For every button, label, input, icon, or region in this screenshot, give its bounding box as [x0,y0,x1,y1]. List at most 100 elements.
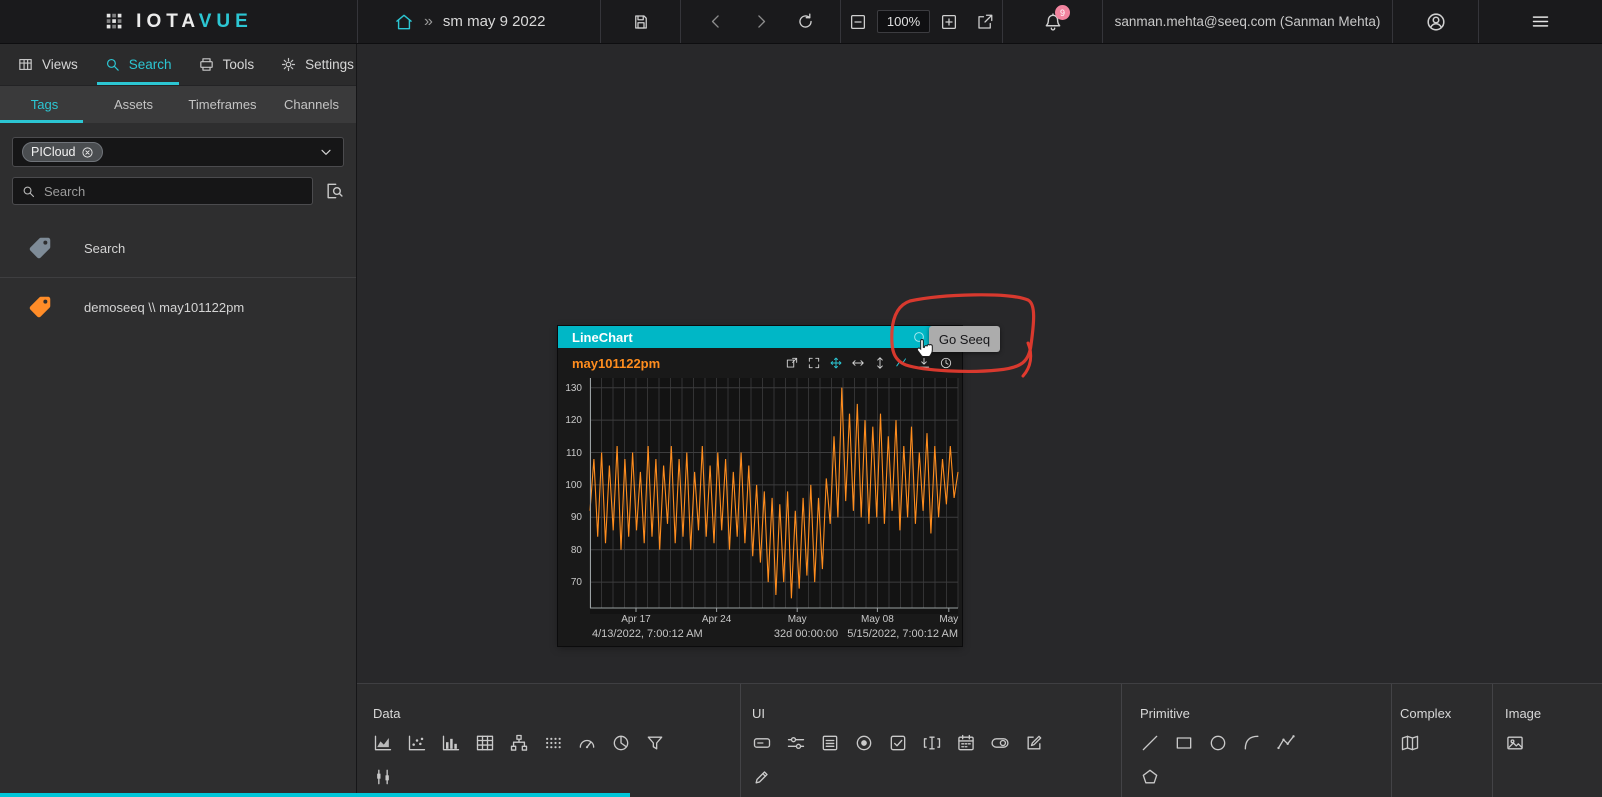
toggle-icon[interactable] [990,733,1010,753]
pivot-table-icon[interactable] [475,733,495,753]
notification-badge: 9 [1055,5,1070,20]
pencil-icon[interactable] [752,767,772,787]
bar-chart-icon[interactable] [441,733,461,753]
sidebar-tabs: Tags Assets Timeframes Channels [0,86,356,123]
tab-label: Timeframes [188,97,256,112]
linechart-widget[interactable]: LineChart may101122pm 130120110100908070… [558,326,962,646]
area-chart-icon[interactable] [373,733,393,753]
pie-chart-icon[interactable] [611,733,631,753]
polyline-icon[interactable] [1276,733,1296,753]
nav-item-views[interactable]: Views [4,44,91,85]
gauge-icon[interactable] [577,733,597,753]
back-icon[interactable] [707,12,726,31]
palette-section-complex: Complex [1400,684,1480,753]
hierarchy-icon[interactable] [509,733,529,753]
text-input-icon[interactable] [922,733,942,753]
tab-label: Channels [284,97,339,112]
app-logo: IOTAVUE [0,0,357,43]
loading-progress-bar [0,793,630,797]
notifications: 9 [1002,0,1102,43]
list-item[interactable]: demoseeq \\ may101122pm [12,282,344,332]
tab-assets[interactable]: Assets [89,86,178,123]
tag-icon [26,293,54,321]
palette-icons-row [1400,733,1480,753]
zoom-value: 100% [877,10,930,33]
map-icon[interactable] [1400,733,1420,753]
ellipse-icon[interactable] [1208,733,1228,753]
advanced-search-icon[interactable] [324,181,344,201]
search-input[interactable] [44,184,304,199]
x-tick-label: Apr 24 [702,614,731,625]
list-item[interactable]: Search [12,223,344,273]
checkbox-icon[interactable] [888,733,908,753]
button-icon[interactable] [752,733,772,753]
tab-tags[interactable]: Tags [0,86,89,123]
x-tick-label: May [939,614,958,625]
v-resize-icon[interactable] [873,356,887,370]
forward-icon[interactable] [751,12,770,31]
funnel-icon[interactable] [645,733,665,753]
tab-label: Tags [31,97,58,112]
list-icon[interactable] [820,733,840,753]
nav-item-settings[interactable]: Settings [267,44,367,85]
palette-icons-row [752,733,1112,753]
save-icon[interactable] [632,13,650,31]
nav-item-search[interactable]: Search [91,44,185,85]
user-email: sanman.mehta@seeq.com (Sanman Mehta) [1115,14,1381,29]
range-start: 4/13/2022, 7:00:12 AM [592,628,703,640]
image-icon[interactable] [1505,733,1525,753]
home-icon[interactable] [394,12,414,32]
tag-icon [26,234,54,262]
search-icon [21,184,36,199]
dot-matrix-icon[interactable] [543,733,563,753]
dashboard-canvas[interactable]: LineChart may101122pm 130120110100908070… [357,44,1602,683]
chevron-down-icon[interactable] [318,144,334,160]
radio-icon[interactable] [854,733,874,753]
open-external-icon[interactable] [976,13,994,31]
zoom-in-icon[interactable] [940,13,958,31]
y-axis-labels: 130120110100908070 [558,378,586,608]
widget-link-icon[interactable] [912,330,926,344]
candlestick-icon[interactable] [373,767,393,787]
fullscreen-icon[interactable] [807,356,821,370]
go-seeq-button[interactable]: Go Seeq [929,326,1000,352]
history-icon[interactable] [939,356,953,370]
nav-item-tools[interactable]: Tools [185,44,268,85]
h-resize-icon[interactable] [851,356,865,370]
zoom-out-icon[interactable] [849,13,867,31]
filter-chip[interactable]: PICloud [22,142,103,162]
tab-channels[interactable]: Channels [267,86,356,123]
scatter-chart-icon[interactable] [407,733,427,753]
divider [1492,684,1493,797]
refresh-icon[interactable] [796,12,815,31]
hamburger-menu-icon[interactable] [1530,11,1551,32]
top-bar: IOTAVUE » sm may 9 2022 100% 9 sanman.me… [0,0,1602,44]
remove-chip-icon[interactable] [81,146,94,159]
palette-section-image: Image [1505,684,1595,753]
polygon-icon[interactable] [1140,767,1160,787]
zoom-controls: 100% [840,0,1002,43]
tab-timeframes[interactable]: Timeframes [178,86,267,123]
download-icon[interactable] [917,356,931,370]
datasource-select[interactable]: PICloud [12,137,344,167]
edit-icon[interactable] [1024,733,1044,753]
move-icon[interactable] [829,356,843,370]
logo-mark-icon [104,11,126,33]
rectangle-icon[interactable] [1174,733,1194,753]
widget-footer: 4/13/2022, 7:00:12 AM 32d 00:00:00 5/15/… [558,628,962,642]
slider-icon[interactable] [786,733,806,753]
arc-icon[interactable] [1242,733,1262,753]
divider [1391,684,1392,797]
calendar-icon[interactable] [956,733,976,753]
sidebar-nav: Views Search Tools Settings [0,44,356,86]
trend-icon[interactable] [895,356,909,370]
account-icon[interactable] [1425,11,1447,33]
search-box[interactable] [12,177,313,205]
nav-label: Search [129,57,172,72]
series-label: may101122pm [572,356,660,371]
breadcrumb: » sm may 9 2022 [357,0,600,43]
chart-plot-area [590,378,958,614]
popout-icon[interactable] [785,356,799,370]
widget-header[interactable]: LineChart [558,326,962,348]
line-icon[interactable] [1140,733,1160,753]
